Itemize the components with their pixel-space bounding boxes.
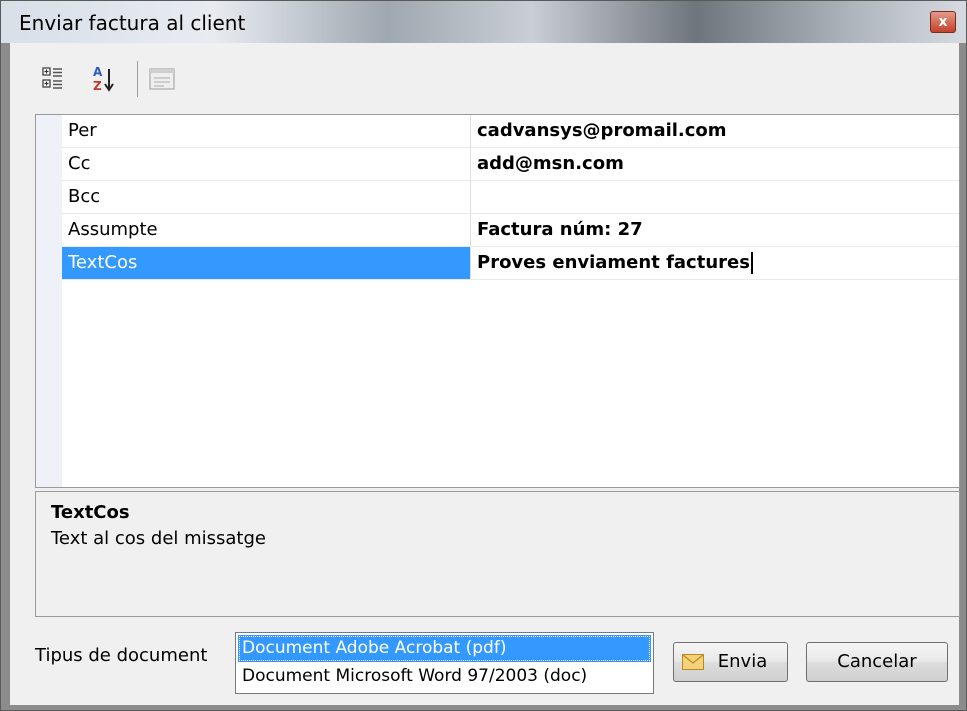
send-button-label: Envia [717,651,768,672]
property-name: Cc [68,153,91,174]
property-pages-icon [149,68,175,90]
property-help-panel: TextCos Text al cos del missatge [35,491,960,617]
categorized-view-icon [42,67,62,89]
property-grid-gutter [36,115,62,487]
document-type-option-pdf[interactable]: Document Adobe Acrobat (pdf) [238,635,651,662]
document-type-option-doc[interactable]: Document Microsoft Word 97/2003 (doc) [238,663,651,690]
alphabetical-sort-button[interactable]: A Z [90,63,124,97]
property-name: Per [68,120,97,141]
property-value-text: Proves enviament factures [477,252,750,273]
help-description: Text al cos del missatge [51,528,266,549]
toolbar-separator [137,61,138,97]
cancel-button[interactable]: Cancelar [806,642,948,682]
property-pages-button[interactable] [146,63,180,97]
property-row-bcc[interactable]: Bcc [62,181,959,214]
property-name: TextCos [62,247,470,279]
property-value-textcos[interactable]: Proves enviament factures [471,247,959,279]
send-button[interactable]: Envia [673,642,788,682]
document-type-label: Tipus de document [35,645,208,666]
envelope-icon [682,654,704,670]
property-row-assumpte[interactable]: Assumpte Factura núm: 27 [62,214,959,247]
dialog-window: Enviar factura al client x A Z Per cadva… [0,0,967,711]
svg-text:Z: Z [93,79,102,93]
categorized-view-button[interactable] [40,63,74,97]
title-bar: Enviar factura al client x [1,1,966,43]
property-value-bcc[interactable] [471,181,959,213]
alphabetical-sort-icon: A Z [93,65,114,93]
window-title: Enviar factura al client [19,11,246,35]
property-name: Bcc [68,186,101,207]
help-title: TextCos [51,502,130,523]
svg-text:A: A [93,65,103,79]
property-row-cc[interactable]: Cc add@msn.com [62,148,959,181]
close-button[interactable]: x [930,11,956,33]
text-caret [750,252,753,274]
property-row-textcos[interactable]: TextCos Proves enviament factures [62,247,959,280]
window-frame-right [959,43,966,710]
row-divider [62,279,959,280]
property-row-per[interactable]: Per cadvansys@promail.com [62,115,959,148]
window-frame-left [1,43,10,710]
property-name: Assumpte [68,219,158,240]
dialog-client-area: A Z Per cadvansys@promail.com Cc add@msn… [10,43,960,705]
property-value-assumpte[interactable]: Factura núm: 27 [471,214,959,246]
document-type-listbox[interactable]: Document Adobe Acrobat (pdf) Document Mi… [235,632,654,694]
property-value-cc[interactable]: add@msn.com [471,148,959,180]
property-value-per[interactable]: cadvansys@promail.com [471,115,959,147]
property-grid-toolbar: A Z [10,43,959,113]
property-grid: Per cadvansys@promail.com Cc add@msn.com… [35,114,960,488]
